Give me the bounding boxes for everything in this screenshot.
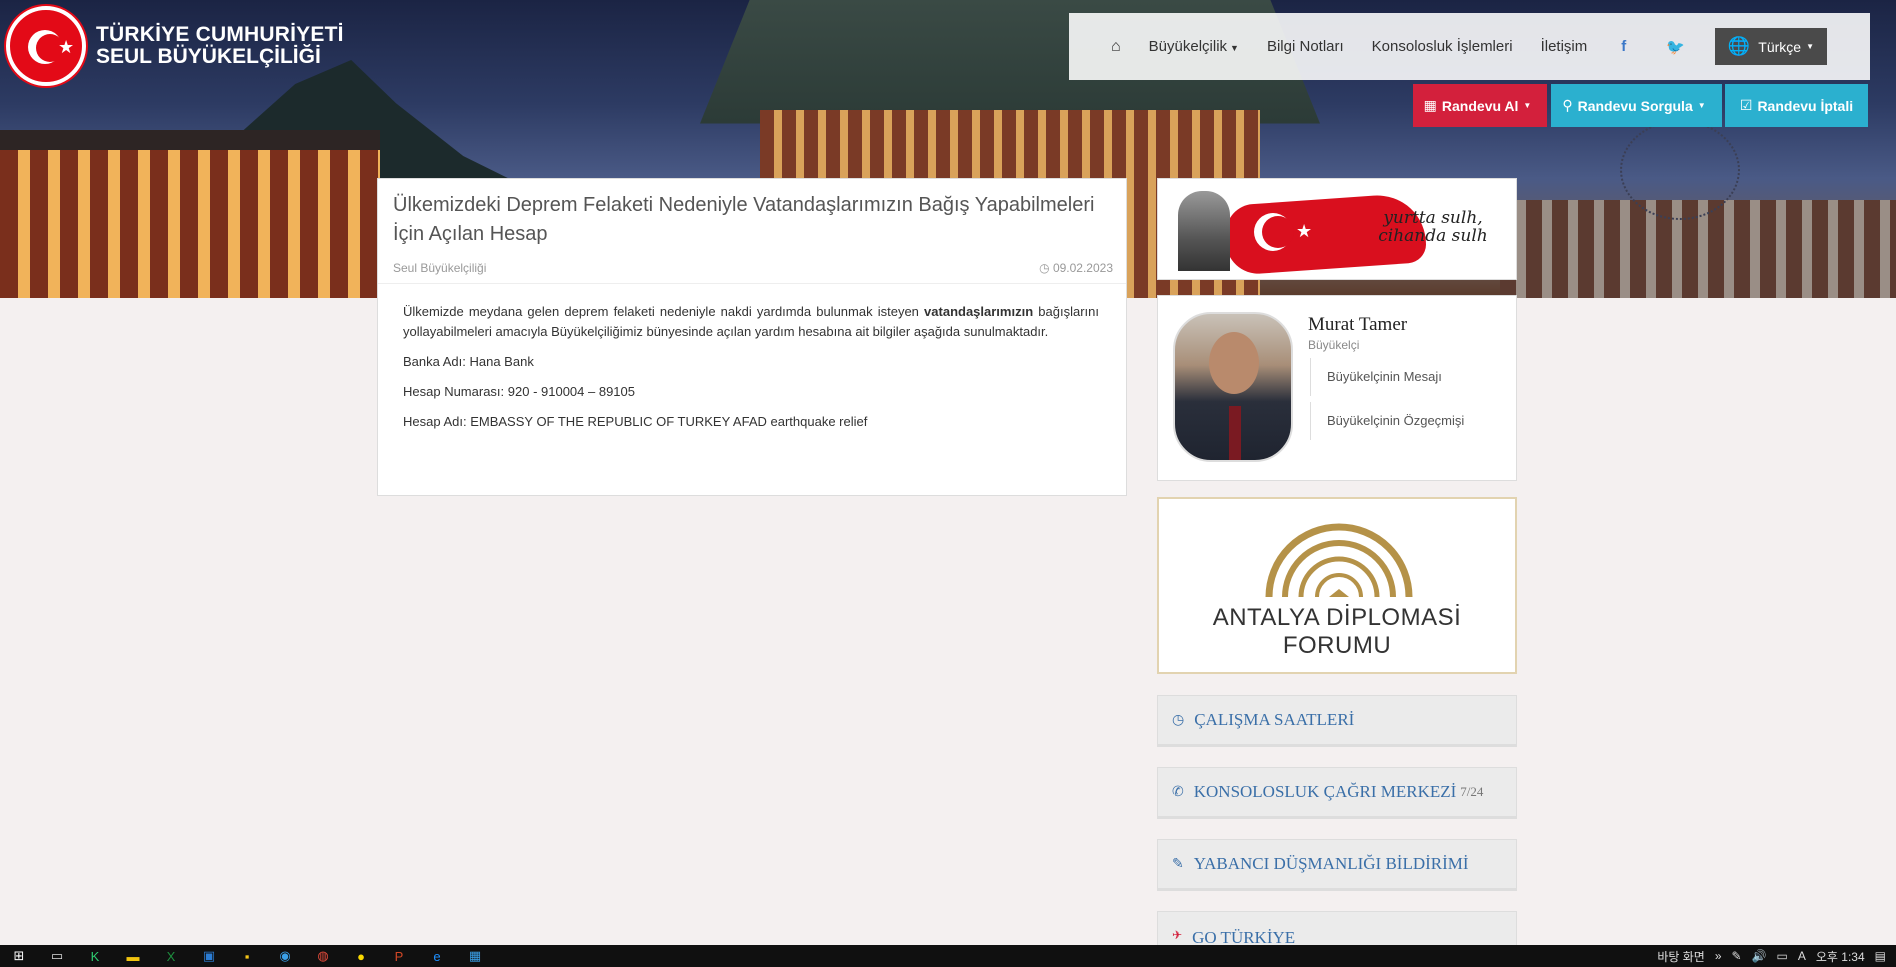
language-label: Türkçe [1758,38,1802,55]
consular-call-center-panel[interactable]: ✆ KONSOLOSLUK ÇAĞRI MERKEZİ 7/24 [1157,767,1517,819]
task-view-icon[interactable]: ▭ [38,945,76,967]
system-tray: 바탕 화면 » ✎ 🔊 ▭ A 오후 1:34 ▤ [1647,948,1896,965]
desktop-label[interactable]: 바탕 화면 [1657,948,1705,965]
account-name: Hesap Adı: EMBASSY OF THE REPUBLIC OF TU… [403,414,868,429]
working-hours-label: ÇALIŞMA SAATLERİ [1194,710,1355,729]
article-intro: Ülkemizde meydana gelen deprem felaketi … [403,304,1099,339]
article-source: Seul Büyükelçiliği [393,261,487,275]
go-turkiye-logo-icon: ✈ [1172,928,1183,942]
randevu-al-button[interactable]: ▦ Randevu Al ▼ [1413,84,1547,127]
randevu-iptali-label: Randevu İptali [1757,97,1854,114]
caret-down-icon: ▼ [1523,101,1532,110]
account-number: Hesap Numarası: 920 - 910004 – 89105 [403,384,635,399]
xenophobia-report-panel[interactable]: ✎ YABANCI DÜŞMANLIĞI BİLDİRİMİ [1157,839,1517,891]
adf-title: ANTALYA DİPLOMASİ FORUMU [1212,604,1462,659]
ambassador-bio-link[interactable]: Büyükelçinin Özgeçmişi [1310,402,1470,440]
outlook-icon[interactable]: ▣ [190,945,228,967]
ambassador-role: Büyükelçi [1308,338,1360,352]
nav-bilgi-notlari[interactable]: Bilgi Notları [1253,38,1358,55]
ambassador-message-link[interactable]: Büyükelçinin Mesajı [1310,358,1470,396]
top-navigation: ⌂ Büyükelçilik ▼ Bilgi Notları Konsoloslu… [1069,13,1870,80]
randevu-iptali-button[interactable]: ☑ Randevu İptali [1725,84,1868,127]
sticky-notes-icon[interactable]: ▪ [228,945,266,967]
ambassador-card: Murat Tamer Büyükelçi Büyükelçinin Mesaj… [1157,295,1517,481]
caret-down-icon: ▼ [1697,101,1706,110]
article-date: ◷ 09.02.2023 [1039,261,1113,275]
globe-icon: 🌐 [1727,36,1751,56]
edge-icon[interactable]: ◉ [266,945,304,967]
clock-icon: ◷ [1039,261,1053,275]
ambassador-photo[interactable] [1173,312,1293,462]
divider [378,283,1126,284]
tree-silhouette [1620,120,1740,220]
antalya-diplomacy-forum-banner[interactable]: ANTALYA DİPLOMASİ FORUMU [1157,497,1517,674]
network-icon[interactable]: ▭ [1777,949,1788,963]
tray-chevron-icon[interactable]: » [1715,949,1722,963]
calendar-check-icon: ☑ [1739,97,1753,113]
article-title: Ülkemizdeki Deprem Felaketi Nedeniyle Va… [393,194,1095,245]
logo-title-line2: SEUL BÜYÜKELÇİLİĞİ [96,45,321,68]
call-center-hours: 7/24 [1460,784,1484,799]
windows-taskbar: ⊞ ▭ K ▬ X ▣ ▪ ◉ ◍ ● P e ▦ 바탕 화면 » ✎ 🔊 ▭ … [0,945,1896,967]
ataturk-portrait [1178,191,1230,271]
language-dropdown[interactable]: 🌐 Türkçe ▼ [1714,28,1827,65]
ime-icon[interactable]: A [1798,949,1806,963]
volume-icon[interactable]: 🔊 [1752,949,1767,963]
file-explorer-icon[interactable]: ▬ [114,945,152,967]
kakaotalk-k-icon[interactable]: K [76,945,114,967]
pencil-icon: ✎ [1172,856,1184,872]
article-body: Ülkemizde meydana gelen deprem felaketi … [403,302,1099,442]
call-center-label: KONSOLOSLUK ÇAĞRI MERKEZİ [1193,782,1457,801]
nav-konsolosluk-islemleri[interactable]: Konsolosluk İşlemleri [1358,38,1527,55]
randevu-sorgula-label: Randevu Sorgula [1577,97,1693,114]
excel-icon[interactable]: X [152,945,190,967]
notification-icon[interactable]: ▤ [1875,949,1886,963]
nav-iletisim[interactable]: İletişim [1527,38,1602,55]
calendar-icon: ▦ [1423,97,1437,113]
clock-icon: ◷ [1172,712,1185,728]
ambassador-name: Murat Tamer [1308,314,1408,335]
clock[interactable]: 오후 1:34 [1816,948,1865,965]
caret-down-icon: ▼ [1230,43,1239,53]
facebook-icon[interactable]: f [1601,38,1646,55]
logo-title-line1: TÜRKİYE CUMHURİYETİ [96,23,344,46]
palace-hall-left [0,150,380,298]
randevu-sorgula-button[interactable]: ⚲ Randevu Sorgula ▼ [1551,84,1722,127]
powerpoint-icon[interactable]: P [380,945,418,967]
xenophobia-report-label: YABANCI DÜŞMANLIĞI BİLDİRİMİ [1193,854,1469,873]
app-icon[interactable]: ▦ [456,945,494,967]
bank-name: Banka Adı: Hana Bank [403,354,534,369]
twitter-icon[interactable]: 🐦 [1646,38,1705,56]
randevu-al-label: Randevu Al [1441,97,1519,114]
chrome-icon[interactable]: ◍ [304,945,342,967]
windows-start-icon[interactable]: ⊞ [0,945,38,967]
news-article: Ülkemizdeki Deprem Felaketi Nedeniyle Va… [377,178,1127,496]
phone-icon: ✆ [1172,784,1184,800]
working-hours-panel[interactable]: ◷ ÇALIŞMA SAATLERİ [1157,695,1517,747]
caret-down-icon: ▼ [1806,42,1814,51]
adf-logo-icon [1265,523,1413,598]
ataturk-banner[interactable]: ★ yurtta sulh, cihanda sulh [1157,178,1517,280]
nav-buyukelcilik[interactable]: Büyükelçilik ▼ [1135,38,1253,55]
banner-quote: yurtta sulh, cihanda sulh [1378,208,1488,246]
kakaotalk-icon[interactable]: ● [342,945,380,967]
state-seal-icon: ★ [6,6,86,86]
search-icon: ⚲ [1562,97,1573,113]
pen-icon[interactable]: ✎ [1732,949,1742,963]
embassy-logo[interactable]: ★ TÜRKİYE CUMHURİYETİ SEUL BÜYÜKELÇİLİĞİ [6,6,344,86]
internet-explorer-icon[interactable]: e [418,945,456,967]
home-icon[interactable]: ⌂ [1097,38,1135,56]
